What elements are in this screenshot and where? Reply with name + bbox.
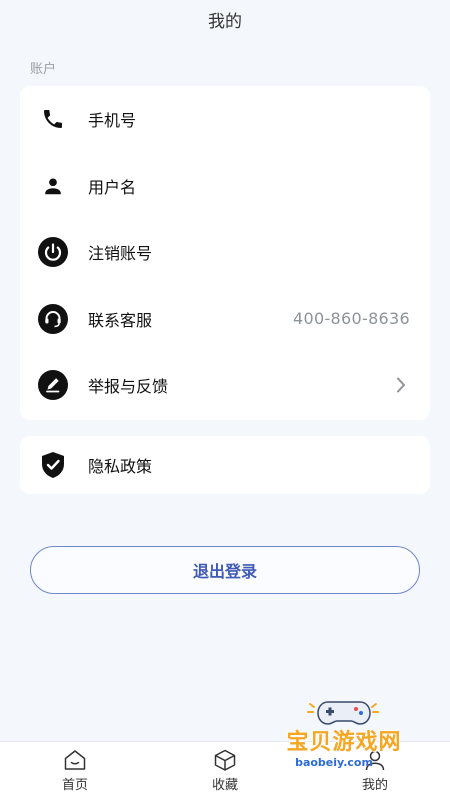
- tab-mine-label: 我的: [361, 778, 388, 793]
- home-icon: [64, 750, 86, 770]
- headset-icon: [38, 303, 68, 334]
- customer-service-phone: 400-860-8636: [293, 309, 410, 329]
- phone-row[interactable]: 手机号: [20, 86, 430, 153]
- privacy-policy-label: 隐私政策: [88, 457, 153, 476]
- logout-button[interactable]: 退出登录: [30, 546, 420, 594]
- customer-service-label: 联系客服: [88, 310, 153, 330]
- customer-service-row[interactable]: 联系客服 400-860-8636: [20, 286, 430, 353]
- tab-home[interactable]: 首页: [0, 742, 150, 800]
- report-feedback-row[interactable]: 举报与反馈: [20, 352, 430, 419]
- tab-mine[interactable]: 我的: [300, 742, 450, 800]
- deactivate-account-row[interactable]: 注销账号: [20, 219, 430, 286]
- tab-favorites[interactable]: 收藏: [150, 742, 300, 800]
- page-title: 我的: [208, 11, 242, 32]
- bottom-tab-bar: 首页 收藏 我的: [0, 741, 450, 800]
- chevron-right-icon: [394, 377, 408, 393]
- tab-home-label: 首页: [61, 778, 88, 793]
- logout-label: 退出登录: [192, 562, 257, 581]
- gamepad-icon: [307, 701, 379, 725]
- pen-icon: [38, 370, 68, 401]
- deactivate-account-label: 注销账号: [88, 244, 153, 264]
- privacy-card: 隐私政策: [20, 436, 430, 494]
- username-row[interactable]: 用户名: [20, 153, 430, 220]
- privacy-policy-row[interactable]: 隐私政策: [20, 436, 430, 494]
- power-icon: [38, 237, 68, 268]
- account-section-label: 账户: [30, 62, 57, 77]
- tab-favorites-label: 收藏: [211, 778, 238, 793]
- cube-icon: [214, 749, 236, 771]
- page-title-bar: 我的: [0, 0, 450, 38]
- phone-icon: [38, 104, 68, 134]
- user-icon: [38, 171, 68, 201]
- account-card: 手机号 用户名 注销账号 联系客服 400-860-8636 举报与反馈: [20, 86, 430, 420]
- user-tab-icon: [365, 750, 385, 771]
- report-feedback-label: 举报与反馈: [88, 377, 169, 397]
- username-label: 用户名: [88, 177, 137, 197]
- shield-check-icon: [38, 450, 68, 480]
- phone-label: 手机号: [88, 111, 137, 131]
